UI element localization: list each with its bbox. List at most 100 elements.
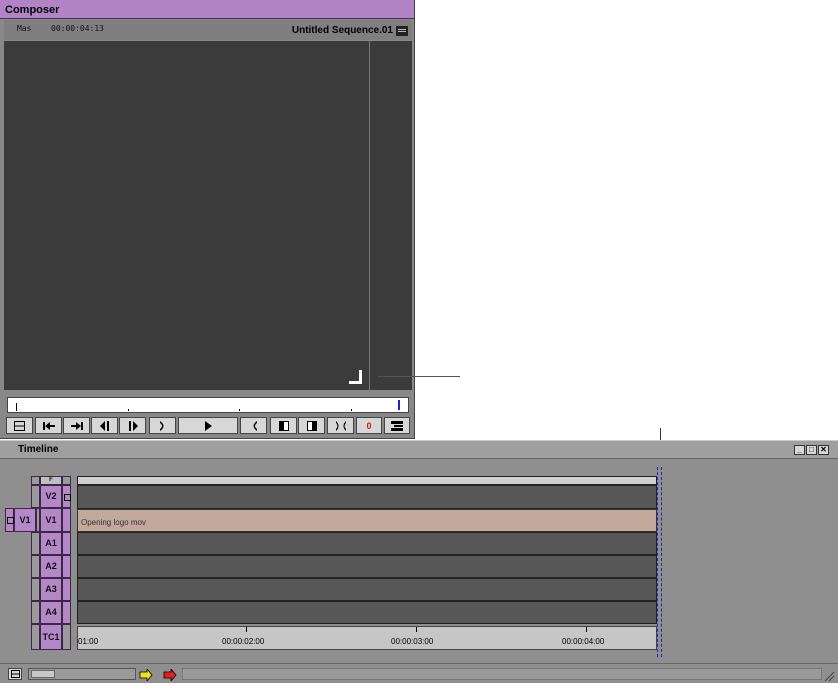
track-lock-cell[interactable] — [31, 555, 40, 578]
track-selector-v1[interactable]: V1 — [40, 508, 62, 532]
tracking-source-label[interactable]: Mas — [17, 24, 31, 33]
monitor-icon — [64, 494, 71, 501]
toggle-source-record-button[interactable] — [8, 668, 22, 680]
position-start-mark — [16, 403, 17, 411]
step-backward-button[interactable] — [91, 417, 118, 434]
next-edit-icon — [70, 421, 83, 430]
timeline-scale-thumb[interactable] — [31, 670, 55, 678]
step-forward-icon — [128, 420, 138, 431]
track-monitor-a2[interactable] — [62, 555, 71, 578]
go-to-next-edit-button[interactable] — [63, 417, 90, 434]
position-indicator-line[interactable] — [657, 467, 658, 657]
go-to-previous-edit-button[interactable] — [35, 417, 62, 434]
record-monitor[interactable] — [4, 41, 412, 390]
timeline-horizontal-scrollbar[interactable] — [182, 668, 822, 680]
mark-out-button[interactable] — [149, 417, 176, 434]
track-lock-cell[interactable] — [31, 578, 40, 601]
position-indicator[interactable] — [398, 400, 400, 410]
overwrite-icon — [306, 420, 317, 431]
track-a1[interactable] — [77, 532, 657, 555]
header-cell — [62, 476, 71, 485]
toggle-icon — [14, 420, 25, 431]
timeline-clip[interactable]: Opening logo mov — [77, 509, 657, 532]
splice-icon — [278, 420, 289, 431]
timecode-label: 01:00 — [78, 637, 99, 646]
step-back-icon — [99, 420, 109, 431]
track-selector-a2[interactable]: A2 — [40, 555, 62, 578]
track-monitor-a1[interactable] — [62, 532, 71, 555]
transport-bar: 0 — [6, 417, 410, 435]
composer-window: Composer Mas 00:00:04:13 Untitled Sequen… — [0, 0, 415, 439]
mark-clip-button[interactable] — [327, 417, 354, 434]
timeline-scale-bar[interactable] — [28, 668, 136, 680]
lift-button[interactable] — [139, 667, 153, 683]
composer-title-bar[interactable]: Composer — [0, 0, 414, 19]
track-monitor-v2[interactable] — [62, 485, 71, 508]
red-arrow-icon — [163, 667, 177, 683]
toggle-source-record-button[interactable] — [6, 417, 33, 434]
clip-name-menu-icon[interactable] — [396, 26, 408, 36]
track-lock-cell[interactable] — [31, 532, 40, 555]
timecode-display[interactable]: 00:00:04:13 — [51, 24, 104, 33]
track-monitor-tc1 — [62, 624, 71, 650]
play-button[interactable] — [178, 417, 238, 434]
record-button[interactable]: 0 — [356, 417, 382, 434]
play-icon — [204, 420, 212, 431]
track-header-label: F — [40, 476, 62, 485]
position-tick — [351, 409, 352, 411]
position-tick — [128, 409, 129, 411]
timecode-label: 00:00:03:00 — [391, 637, 434, 646]
track-selector-tc1[interactable]: TC1 — [40, 624, 62, 650]
timeline-bottom-toolbar — [0, 663, 838, 683]
mark-in-button[interactable] — [240, 417, 267, 434]
track-lock-cell[interactable] — [31, 601, 40, 624]
position-tick — [239, 409, 240, 411]
composer-info-bar: Mas 00:00:04:13 Untitled Sequence.01 — [4, 20, 412, 40]
timeline-title: Timeline — [18, 444, 59, 455]
minimize-button[interactable]: _ — [794, 445, 805, 455]
timecode-tick — [246, 627, 247, 632]
track-monitor-a4[interactable] — [62, 601, 71, 624]
timeline-title-bar[interactable]: Timeline _ □ ✕ — [0, 440, 838, 459]
track-v2[interactable] — [77, 485, 657, 509]
timecode-track[interactable]: 01:00 00:00:02:00 00:00:03:00 00:00:04:0… — [77, 626, 657, 650]
lock-icon — [7, 517, 14, 524]
composer-fast-menu-button[interactable] — [384, 417, 410, 434]
track-lock-cell[interactable] — [31, 485, 40, 508]
source-track-lock[interactable] — [5, 508, 14, 532]
timecode-label: 00:00:04:00 — [562, 637, 605, 646]
step-forward-button[interactable] — [119, 417, 146, 434]
fast-menu-icon — [391, 420, 403, 431]
close-button[interactable]: ✕ — [818, 445, 829, 455]
maximize-button[interactable]: □ — [806, 445, 817, 455]
track-monitor-v1[interactable] — [62, 508, 71, 532]
sequence-name[interactable]: Untitled Sequence.01 — [292, 25, 393, 36]
monitor-divider — [369, 41, 370, 390]
mark-in-icon — [253, 420, 257, 431]
overwrite-button[interactable] — [298, 417, 325, 434]
timecode-tick — [586, 627, 587, 632]
position-bar[interactable] — [7, 397, 409, 413]
track-selector-v2[interactable]: V2 — [40, 485, 62, 508]
track-selector-a1[interactable]: A1 — [40, 532, 62, 555]
track-monitor-a3[interactable] — [62, 578, 71, 601]
toggle-icon — [10, 670, 20, 678]
timecode-label: 00:00:02:00 — [222, 637, 265, 646]
timecode-tick — [416, 627, 417, 632]
timeline-header-strip — [77, 476, 657, 485]
last-frame-corner-icon — [349, 370, 362, 384]
track-a3[interactable] — [77, 578, 657, 601]
position-indicator-line — [661, 467, 662, 657]
track-selector-a4[interactable]: A4 — [40, 601, 62, 624]
header-cell — [31, 476, 40, 485]
track-a2[interactable] — [77, 555, 657, 578]
splice-in-button[interactable] — [270, 417, 297, 434]
track-selector-a3[interactable]: A3 — [40, 578, 62, 601]
prev-edit-icon — [42, 421, 55, 430]
track-a4[interactable] — [77, 601, 657, 624]
extract-button[interactable] — [163, 667, 177, 683]
mark-clip-icon — [335, 420, 346, 431]
resize-grip-icon[interactable] — [823, 669, 835, 682]
source-track-selector-v1[interactable]: V1 — [14, 508, 36, 532]
callout-line — [378, 376, 460, 377]
